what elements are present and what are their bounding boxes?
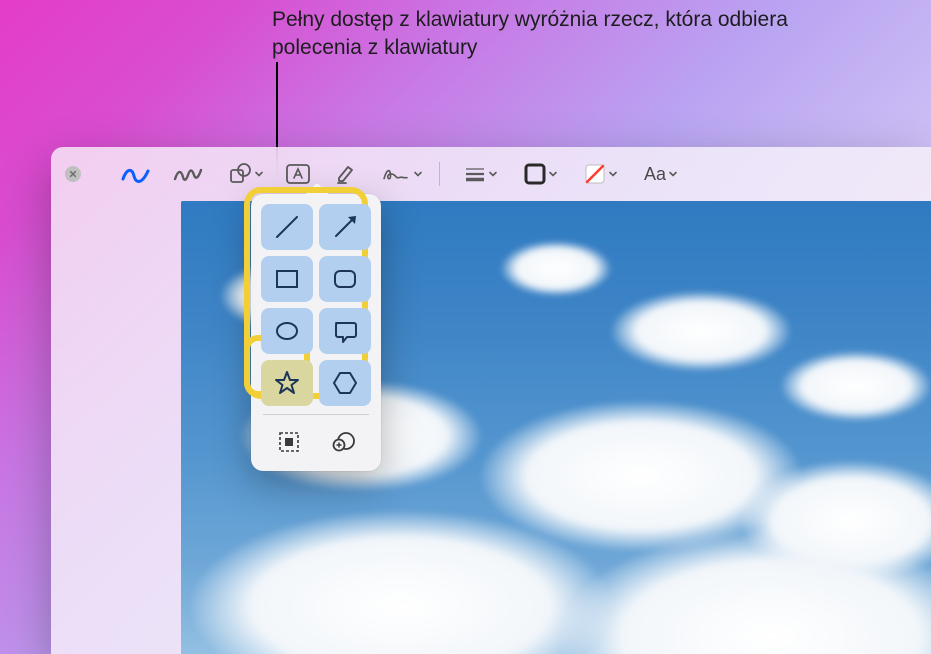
stroke-style[interactable] xyxy=(452,157,506,191)
roundrect-icon xyxy=(330,264,360,294)
sketch-tool[interactable] xyxy=(113,157,159,191)
chevron-down-icon xyxy=(548,169,558,179)
signature-icon xyxy=(381,163,411,185)
fill-swatch-icon xyxy=(584,163,606,185)
shapes-icon xyxy=(228,162,252,186)
fill-color[interactable] xyxy=(572,157,626,191)
close-icon xyxy=(69,170,77,178)
line-shape[interactable] xyxy=(261,204,313,250)
star-shape[interactable] xyxy=(261,360,313,406)
stroke-color[interactable] xyxy=(512,157,566,191)
mask-icon xyxy=(276,429,302,455)
callout-text: Pełny dostęp z klawiatury wyróżnia rzecz… xyxy=(272,6,812,63)
scribble-rough-icon xyxy=(171,162,205,186)
text-style[interactable]: Aa xyxy=(632,157,686,191)
chevron-down-icon xyxy=(668,169,678,179)
line-icon xyxy=(272,212,302,242)
popover-footer xyxy=(261,423,371,459)
scribble-smooth-icon xyxy=(119,162,153,186)
popover-divider xyxy=(263,414,369,415)
oval-shape[interactable] xyxy=(261,308,313,354)
speech-shape[interactable] xyxy=(319,308,371,354)
shapes-tool[interactable] xyxy=(217,157,271,191)
chevron-down-icon xyxy=(413,169,423,179)
stroke-swatch-icon xyxy=(524,163,546,185)
sign-tool[interactable] xyxy=(373,157,427,191)
text-box-icon xyxy=(284,163,312,185)
toolbar-separator xyxy=(439,162,440,186)
shapes-grid xyxy=(261,204,371,406)
highlight-tool[interactable] xyxy=(325,157,367,191)
star-icon xyxy=(272,368,302,398)
shapes-popover xyxy=(251,194,381,471)
highlighter-icon xyxy=(334,162,358,186)
line-weight-icon xyxy=(464,165,486,183)
chevron-down-icon xyxy=(488,169,498,179)
arrow-shape[interactable] xyxy=(319,204,371,250)
chevron-down-icon xyxy=(608,169,618,179)
app-window: Aa xyxy=(51,147,931,654)
draw-tool[interactable] xyxy=(165,157,211,191)
rect-shape[interactable] xyxy=(261,256,313,302)
text-style-label: Aa xyxy=(644,164,666,185)
chevron-down-icon xyxy=(254,169,264,179)
toolbar: Aa xyxy=(51,147,931,201)
hexagon-shape[interactable] xyxy=(319,360,371,406)
hexagon-icon xyxy=(330,368,360,398)
oval-icon xyxy=(272,316,302,346)
loupe-tool[interactable] xyxy=(322,425,366,459)
window-close-button[interactable] xyxy=(65,166,81,182)
roundrect-shape[interactable] xyxy=(319,256,371,302)
loupe-icon xyxy=(331,429,357,455)
speech-bubble-icon xyxy=(330,316,360,346)
rect-icon xyxy=(272,264,302,294)
arrow-icon xyxy=(330,212,360,242)
mask-tool[interactable] xyxy=(267,425,311,459)
